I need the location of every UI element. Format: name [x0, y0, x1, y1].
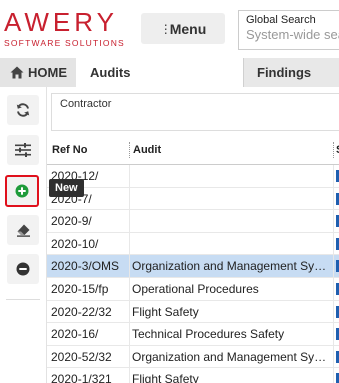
filter-settings-button[interactable]: [7, 135, 39, 165]
refresh-icon: [16, 103, 30, 117]
ref-no-cell: 2020-1/321: [51, 372, 112, 383]
table-row[interactable]: 2020-16/Technical Procedures Safety: [47, 323, 339, 346]
column-divider[interactable]: [333, 142, 334, 158]
audit-cell: Technical Procedures Safety: [132, 327, 285, 342]
table-row[interactable]: 2020-10/: [47, 232, 339, 256]
tab-home-label: HOME: [28, 65, 67, 80]
awery-logo[interactable]: AWERY SOFTWARE SOLUTIONS: [4, 9, 134, 49]
cell-divider: [129, 255, 130, 278]
cell-divider: [333, 323, 334, 346]
cell-divider: [333, 255, 334, 278]
plus-circle-icon: [15, 184, 29, 198]
contractor-filter[interactable]: Contractor: [51, 93, 339, 131]
logo-tagline: SOFTWARE SOLUTIONS: [4, 38, 125, 48]
sidebar-divider: [6, 299, 40, 300]
cell-divider: [333, 278, 334, 300]
refresh-button[interactable]: [7, 95, 39, 125]
vertical-dots-icon: ⋮: [159, 21, 172, 36]
contractor-filter-label: Contractor: [60, 98, 112, 110]
audit-cell: Organization and Management Syst...: [132, 349, 332, 364]
table-row[interactable]: 2020-52/32 Organization and Management Sy…: [47, 345, 339, 369]
global-search-label: Global Search: [246, 14, 316, 26]
cell-divider: [333, 345, 334, 368]
home-icon: [10, 66, 24, 79]
tab-findings-label: Findings: [257, 65, 312, 80]
minus-circle-icon: [16, 262, 30, 276]
cell-divider: [129, 345, 130, 368]
ref-no-cell: 2020-52/32: [51, 349, 112, 364]
cell-divider: [333, 232, 334, 255]
tab-audits-label: Audits: [90, 65, 131, 80]
eraser-icon: [16, 224, 30, 237]
audit-cell: Organization and Management Syst...: [132, 259, 332, 274]
tab-home[interactable]: HOME: [0, 58, 76, 87]
audit-cell: Operational Procedures: [132, 282, 259, 296]
cell-divider: [129, 278, 130, 300]
ref-no-cell: 2020-15/fp: [51, 282, 109, 296]
grid-header: Ref No Audit S: [47, 136, 339, 165]
audits-grid: Ref No Audit S 2020-12/2020-7/2020-9/202…: [47, 136, 339, 383]
column-header-ref-no[interactable]: Ref No: [52, 144, 87, 156]
audit-cell: Flight Safety: [132, 372, 199, 383]
new-button[interactable]: [5, 175, 39, 207]
table-row[interactable]: 2020-9/: [47, 210, 339, 233]
ref-no-cell: 2020-22/32: [51, 304, 112, 319]
global-search[interactable]: Global Search: [238, 10, 339, 50]
new-tooltip: New: [49, 179, 84, 197]
cell-divider: [333, 165, 334, 187]
table-row[interactable]: 2020-15/fp Operational Procedures: [47, 278, 339, 301]
ref-no-cell: 2020-9/: [51, 214, 92, 229]
audit-cell: Flight Safety: [132, 304, 199, 319]
table-row[interactable]: 2020-7/: [47, 187, 339, 211]
tab-audits[interactable]: Audits: [76, 58, 243, 87]
clear-button[interactable]: [7, 215, 39, 245]
ref-no-cell: 2020-3/OMS: [51, 259, 120, 274]
cell-divider: [129, 187, 130, 210]
table-row[interactable]: 2020-22/32 Flight Safety: [47, 300, 339, 324]
tab-bar: HOME Audits Findings: [0, 58, 339, 87]
action-sidebar: [0, 87, 47, 383]
logo-wordmark: AWERY: [4, 7, 118, 37]
column-divider[interactable]: [129, 142, 130, 158]
cell-divider: [129, 368, 130, 383]
menu-button[interactable]: ⋮ Menu: [141, 13, 225, 44]
cell-divider: [333, 187, 334, 210]
sliders-icon: [15, 143, 31, 157]
cell-divider: [129, 323, 130, 346]
column-header-audit[interactable]: Audit: [133, 144, 161, 156]
menu-button-label: Menu: [169, 20, 207, 37]
table-row[interactable]: 2020-3/OMS Organization and Management Sy…: [47, 255, 339, 278]
remove-button[interactable]: [7, 254, 39, 284]
cell-divider: [333, 368, 334, 383]
app-header: AWERY SOFTWARE SOLUTIONS ⋮ Menu Global S…: [0, 0, 339, 58]
cell-divider: [129, 210, 130, 233]
global-search-input[interactable]: [246, 27, 339, 42]
ref-no-cell: 2020-10/: [51, 236, 99, 251]
ref-no-cell: 2020-16/: [51, 327, 99, 342]
table-row[interactable]: 2020-1/321 Flight Safety: [47, 368, 339, 383]
cell-divider: [333, 210, 334, 233]
cell-divider: [129, 300, 130, 323]
cell-divider: [129, 232, 130, 255]
tab-findings[interactable]: Findings: [243, 58, 339, 87]
table-row[interactable]: 2020-12/: [47, 165, 339, 188]
cell-divider: [129, 165, 130, 187]
cell-divider: [333, 300, 334, 323]
